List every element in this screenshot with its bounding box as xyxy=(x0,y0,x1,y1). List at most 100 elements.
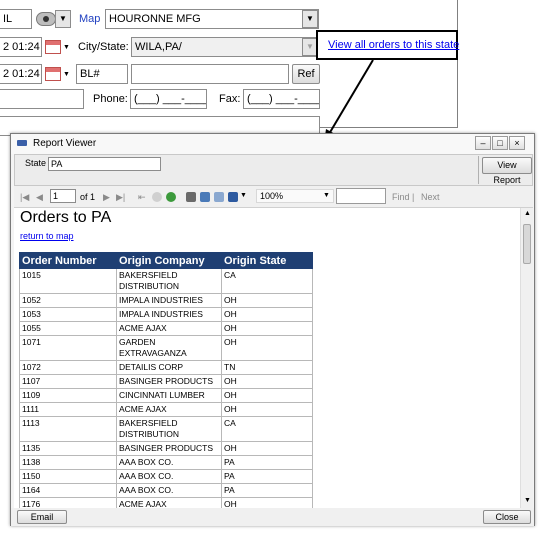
back-icon[interactable]: ⇤ xyxy=(138,192,146,203)
orders-table: Order Number Origin Company Origin State… xyxy=(19,252,313,508)
previous-page-icon[interactable]: ◀ xyxy=(36,192,43,203)
next-page-icon[interactable]: ▶ xyxy=(103,192,110,203)
table-row: 1055 ACME AJAX OH xyxy=(19,321,313,336)
origin-state-cell: PA xyxy=(221,483,313,498)
order-number-cell: 1015 xyxy=(19,268,117,294)
print-layout-icon[interactable] xyxy=(200,192,210,202)
origin-state-cell: TN xyxy=(221,360,313,375)
origin-company-cell: CINCINNATI LUMBER xyxy=(116,388,222,403)
page-count-label: of 1 xyxy=(80,192,96,202)
stop-icon[interactable] xyxy=(152,192,162,202)
origin-state-cell: OH xyxy=(221,402,313,417)
column-header[interactable]: Origin Company xyxy=(116,252,222,269)
origin-state-cell: OH xyxy=(221,335,313,361)
maximize-icon[interactable]: □ xyxy=(492,136,508,150)
order-number-cell: 1053 xyxy=(19,307,117,322)
table-row: 1052 IMPALA INDUSTRIES OH xyxy=(19,293,313,308)
vertical-scrollbar[interactable]: ▲ ▼ xyxy=(520,208,533,508)
parameter-area: State PA View Report xyxy=(14,154,533,186)
chevron-down-icon[interactable]: ▼ xyxy=(323,192,330,199)
return-to-map-link[interactable]: return to map xyxy=(20,231,74,241)
origin-company-cell: BAKERSFIELD DISTRIBUTION xyxy=(116,416,222,442)
table-row: 1150 AAA BOX CO. PA xyxy=(19,469,313,484)
order-number-cell: 1164 xyxy=(19,483,117,498)
app-icon xyxy=(17,140,27,146)
scroll-down-icon[interactable]: ▼ xyxy=(524,497,531,504)
page-number-input[interactable]: 1 xyxy=(50,189,76,203)
order-number-cell: 1138 xyxy=(19,455,117,470)
origin-company-cell: ACME AJAX xyxy=(116,321,222,336)
next-link[interactable]: Next xyxy=(421,192,440,202)
report-title: Orders to PA xyxy=(20,209,112,226)
state-param-label: State xyxy=(25,158,47,168)
table-row: 1135 BASINGER PRODUCTS OH xyxy=(19,441,313,456)
scroll-thumb[interactable] xyxy=(523,224,531,264)
order-number-cell: 1135 xyxy=(19,441,117,456)
page-setup-icon[interactable] xyxy=(214,192,224,202)
table-row: 1015 BAKERSFIELD DISTRIBUTION CA xyxy=(19,268,313,294)
origin-company-cell: IMPALA INDUSTRIES xyxy=(116,307,222,322)
origin-company-cell: IMPALA INDUSTRIES xyxy=(116,293,222,308)
origin-company-cell: ACME AJAX xyxy=(116,497,222,508)
order-number-cell: 1109 xyxy=(19,388,117,403)
toolbar-separator: | xyxy=(412,192,415,202)
report-viewer-window: Report Viewer – □ × State PA View Report… xyxy=(10,133,535,526)
table-row: 1164 AAA BOX CO. PA xyxy=(19,483,313,498)
print-icon[interactable] xyxy=(186,192,196,202)
origin-state-cell: OH xyxy=(221,374,313,389)
email-button[interactable]: Email xyxy=(17,510,67,524)
origin-state-cell: CA xyxy=(221,416,313,442)
close-icon[interactable]: × xyxy=(509,136,525,150)
find-link[interactable]: Find xyxy=(392,192,410,202)
origin-state-cell: CA xyxy=(221,268,313,294)
origin-state-cell: OH xyxy=(221,388,313,403)
order-number-cell: 1072 xyxy=(19,360,117,375)
table-row: 1072 DETAILIS CORP TN xyxy=(19,360,313,375)
origin-company-cell: DETAILIS CORP xyxy=(116,360,222,375)
table-row: 1113 BAKERSFIELD DISTRIBUTION CA xyxy=(19,416,313,442)
order-number-cell: 1052 xyxy=(19,293,117,308)
origin-company-cell: ACME AJAX xyxy=(116,402,222,417)
find-input[interactable] xyxy=(336,188,386,204)
order-number-cell: 1055 xyxy=(19,321,117,336)
origin-state-cell: OH xyxy=(221,307,313,322)
table-row: 1053 IMPALA INDUSTRIES OH xyxy=(19,307,313,322)
first-page-icon[interactable]: |◀ xyxy=(20,192,29,203)
origin-company-cell: AAA BOX CO. xyxy=(116,469,222,484)
param-separator xyxy=(478,156,479,184)
report-content: Orders to PA return to map Order Number … xyxy=(14,208,520,508)
table-row: 1109 CINCINNATI LUMBER OH xyxy=(19,388,313,403)
export-icon[interactable] xyxy=(228,192,238,202)
origin-company-cell: BAKERSFIELD DISTRIBUTION xyxy=(116,268,222,294)
chevron-down-icon[interactable]: ▼ xyxy=(240,192,247,199)
origin-company-cell: AAA BOX CO. xyxy=(116,455,222,470)
order-number-cell: 1071 xyxy=(19,335,117,361)
origin-company-cell: BASINGER PRODUCTS xyxy=(116,374,222,389)
close-button[interactable]: Close xyxy=(483,510,531,524)
refresh-icon[interactable] xyxy=(166,192,176,202)
order-number-cell: 1150 xyxy=(19,469,117,484)
origin-state-cell: OH xyxy=(221,497,313,508)
column-header[interactable]: Origin State xyxy=(221,252,313,269)
scroll-up-icon[interactable]: ▲ xyxy=(524,210,531,217)
order-number-cell: 1113 xyxy=(19,416,117,442)
origin-company-cell: BASINGER PRODUCTS xyxy=(116,441,222,456)
table-row: 1111 ACME AJAX OH xyxy=(19,402,313,417)
table-row: 1176 ACME AJAX OH xyxy=(19,497,313,508)
origin-state-cell: OH xyxy=(221,321,313,336)
origin-state-cell: OH xyxy=(221,441,313,456)
report-toolbar: |◀ ◀ 1 of 1 ▶ ▶| ⇤ ▼ 100% ▼ Find | Next xyxy=(14,186,533,208)
column-header[interactable]: Order Number xyxy=(19,252,117,269)
table-row: 1107 BASINGER PRODUCTS OH xyxy=(19,374,313,389)
table-row: 1138 AAA BOX CO. PA xyxy=(19,455,313,470)
minimize-icon[interactable]: – xyxy=(475,136,491,150)
order-number-cell: 1107 xyxy=(19,374,117,389)
view-report-button[interactable]: View Report xyxy=(482,157,532,185)
origin-company-cell: GARDEN EXTRAVAGANZA xyxy=(116,335,222,361)
origin-state-cell: PA xyxy=(221,469,313,484)
state-param-input[interactable]: PA xyxy=(48,157,161,171)
table-row: 1071 GARDEN EXTRAVAGANZA OH xyxy=(19,335,313,361)
origin-state-cell: PA xyxy=(221,455,313,470)
last-page-icon[interactable]: ▶| xyxy=(116,192,125,203)
window-title: Report Viewer xyxy=(33,138,97,149)
